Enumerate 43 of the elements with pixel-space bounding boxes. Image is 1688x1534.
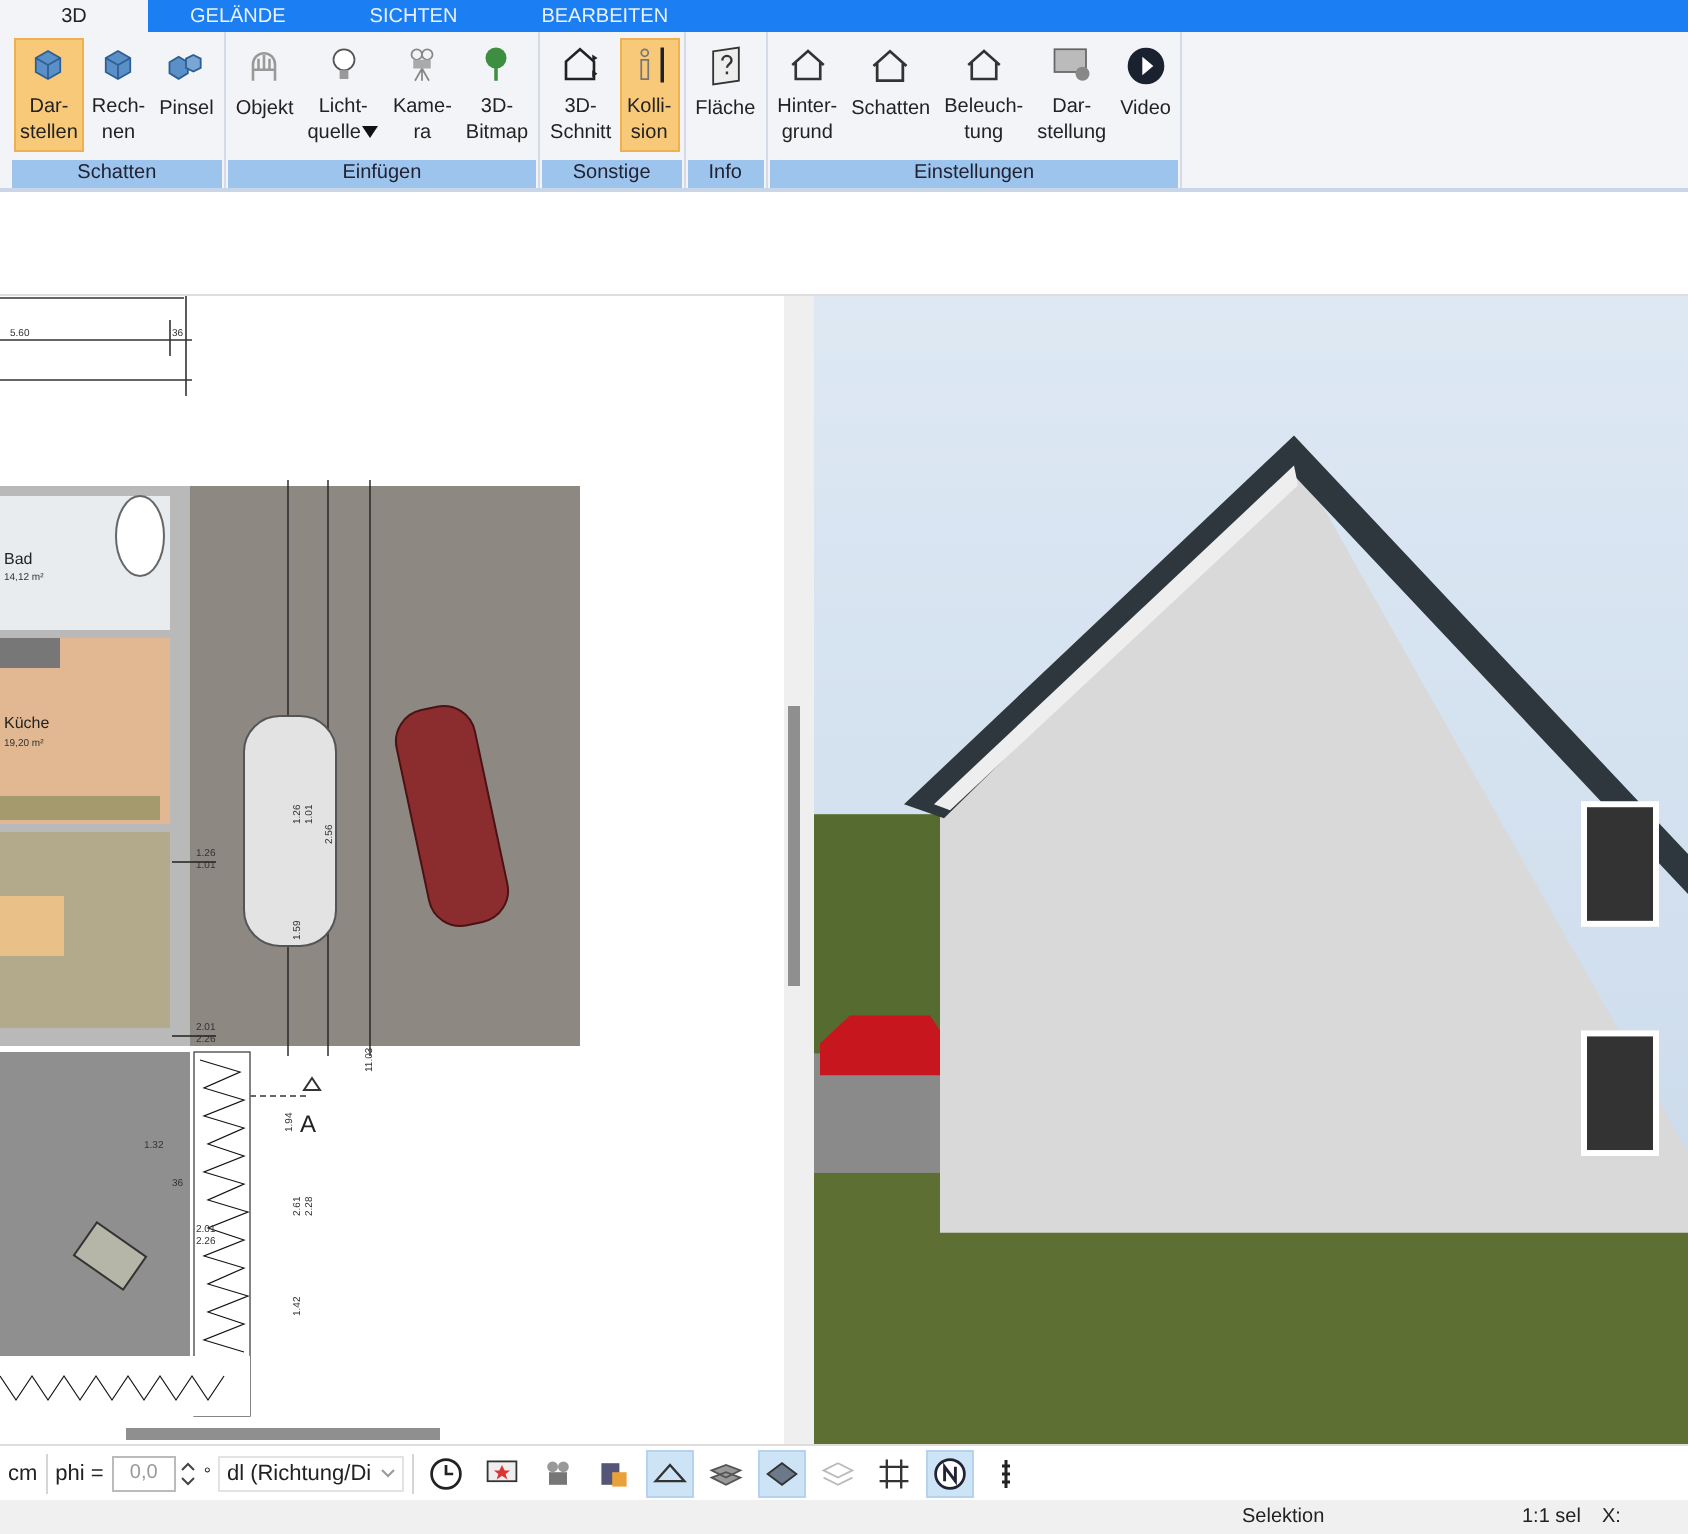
ribbon-button[interactable]: Beleuch- tung (938, 38, 1030, 152)
ribbon-button[interactable]: 3D- Schnitt (544, 38, 618, 152)
ribbon-button[interactable]: Dar- stellen (14, 38, 84, 152)
toolbar-button[interactable] (925, 1449, 974, 1497)
degree-label: ° (203, 1463, 211, 1483)
ribbon-button[interactable]: Video (1114, 38, 1177, 152)
dropdown-caret-icon (362, 126, 379, 138)
pin-icon (999, 1457, 1012, 1489)
clock-icon (427, 1455, 464, 1491)
ribbon-group-label: Sonstige (542, 160, 682, 188)
ribbon-tab[interactable]: 3D (0, 0, 148, 32)
ribbon-button[interactable]: Hinter- grund (771, 38, 844, 152)
ribbon-button[interactable]: Kolli- sion (619, 38, 680, 152)
ribbon-group-label: Einstellungen (769, 160, 1179, 188)
unit-label: cm (8, 1461, 38, 1485)
north-icon (931, 1455, 968, 1491)
house-icon (868, 44, 913, 88)
play-icon (1123, 44, 1168, 88)
ribbon-group-label: Info (687, 160, 764, 188)
ribbon-button[interactable]: Pinsel (153, 38, 220, 152)
chevron-down-icon (379, 1467, 396, 1479)
ribbon-button[interactable]: Licht- quelle (301, 38, 385, 152)
ribbon-group-label: Schatten (12, 160, 222, 188)
scrollbar-thumb[interactable] (126, 1428, 440, 1440)
toolbar-button[interactable] (757, 1449, 806, 1497)
spin-arrows-icon[interactable] (179, 1459, 196, 1487)
ribbon-group-label: Einfügen (227, 160, 537, 188)
scrollbar-thumb[interactable] (788, 706, 800, 986)
ribbon-button[interactable]: Dar- stellung (1031, 38, 1113, 152)
direction-dropdown[interactable]: dl (Richtung/Di (218, 1455, 404, 1491)
phi-label: phi = (55, 1461, 104, 1485)
ribbon-button[interactable]: Fläche (689, 38, 762, 152)
ribbon-button[interactable]: Schatten (845, 38, 937, 152)
toolbar-button[interactable] (645, 1449, 694, 1497)
monitor-gear-icon (1049, 44, 1094, 86)
ribbon-button[interactable]: Rech- nen (85, 38, 152, 152)
status-text: X: (1602, 1506, 1621, 1528)
grid-icon (875, 1455, 912, 1491)
ribbon-button[interactable]: Objekt (229, 38, 300, 152)
status-text: 1:1 sel (1522, 1506, 1583, 1528)
ribbon-button[interactable]: 3D- Bitmap (459, 38, 535, 152)
status-text: Selektion (1242, 1506, 1327, 1528)
ribbon-button[interactable]: Kame- ra (386, 38, 458, 152)
